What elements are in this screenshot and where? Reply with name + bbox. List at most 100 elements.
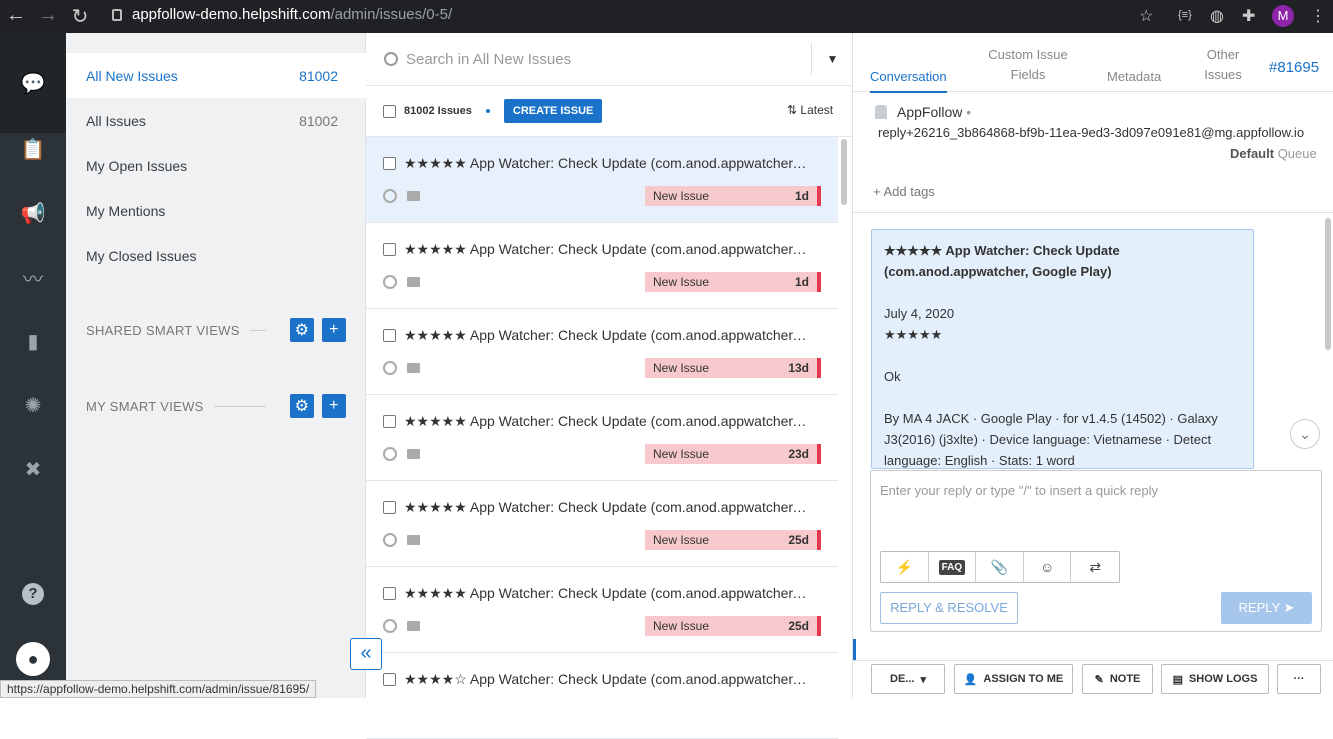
row-checkbox[interactable] [383,501,396,514]
issue-row[interactable]: ★★★★★ App Watcher: Check Update (com.ano… [366,137,838,223]
tab-metadata[interactable]: Metadata [1107,67,1161,87]
send-icon: ➤ [1283,600,1295,615]
search-filter-dropdown-icon[interactable]: ▼ [811,43,853,75]
issue-search-bar[interactable]: Search in All New Issues ▼ [366,33,853,86]
tab-other-issues[interactable]: Other Issues [1201,45,1245,85]
reload-icon[interactable]: ↻ [64,4,96,29]
status-text: New Issue [653,619,710,633]
requester-name[interactable]: AppFollow • [897,104,971,120]
show-logs-button[interactable]: ▤ SHOW LOGS [1161,664,1269,694]
reply-button[interactable]: REPLY ➤ [1221,592,1312,624]
faq-book-icon[interactable]: 📋 [0,131,66,167]
conversation-scrollbar[interactable] [1325,218,1331,350]
issue-age: 25d [788,619,809,633]
quick-reply-bolt-icon[interactable]: ⚡ [881,552,929,582]
shared-smart-views-section: SHARED SMART VIEWS ⚙ + [86,318,346,342]
url-path: /admin/issues/0-5/ [330,6,453,23]
row-checkbox[interactable] [383,587,396,600]
activity-pulse-icon[interactable]: 〰 [0,259,66,295]
status-badge: New Issue 1d [645,272,821,292]
select-all-checkbox[interactable] [383,104,396,118]
status-badge: New Issue 1d [645,186,821,206]
tab-custom-issue-fields[interactable]: Custom Issue Fields [985,45,1071,85]
issue-title: ★★★★★ App Watcher: Check Update (com.ano… [404,241,810,257]
issue-row[interactable]: ★★★★★ App Watcher: Check Update (com.ano… [366,223,838,309]
browser-menu-icon[interactable]: ⋮ [1310,6,1326,26]
row-checkbox[interactable] [383,157,396,170]
emoji-icon[interactable]: ☺ [1024,552,1072,582]
reply-input[interactable]: Enter your reply or type "/" to insert a… [880,483,1158,498]
pencil-icon: ✎ [1094,673,1104,686]
email-icon [407,277,420,287]
faq-button[interactable]: FAQ [929,552,977,582]
tab-label-line: Custom Issue [988,47,1068,62]
view-all-new-issues[interactable]: All New Issues 81002 [66,53,366,98]
puzzle-extensions-icon[interactable]: ✚ [1242,6,1255,26]
queue-info[interactable]: Default Queue [1230,146,1317,161]
shared-views-add-button[interactable]: + [322,318,346,342]
browser-toolbar: ← → ↻ appfollow-demo.helpshift.com/admin… [0,0,1333,33]
view-label: My Open Issues [86,157,188,174]
back-icon[interactable]: ← [0,4,32,27]
shared-views-settings-button[interactable]: ⚙ [290,318,314,342]
reply-composer: Enter your reply or type "/" to insert a… [870,470,1322,632]
requester-info: AppFollow • reply+26216_3b864868-bf9b-11… [853,93,1333,213]
address-bar[interactable]: appfollow-demo.helpshift.com/admin/issue… [112,6,452,23]
row-checkbox[interactable] [383,329,396,342]
view-my-open-issues[interactable]: My Open Issues [66,143,366,188]
create-issue-button[interactable]: CREATE ISSUE [503,99,603,123]
status-text: New Issue [653,189,710,203]
issue-row[interactable]: ★★★★☆ App Watcher: Check Update (com.ano… [366,653,838,739]
globe-icon [383,361,397,375]
status-dropdown[interactable]: DE... ▾ [871,664,945,694]
view-all-issues[interactable]: All Issues 81002 [66,98,366,143]
email-icon [407,621,420,631]
collapse-sidebar-button[interactable]: « [350,638,382,670]
issue-row[interactable]: ★★★★★ App Watcher: Check Update (com.ano… [366,567,838,653]
settings-tools-icon[interactable]: ✖ [0,451,66,487]
message-bubble: ★★★★★ App Watcher: Check Update (com.ano… [871,229,1254,469]
row-checkbox[interactable] [383,243,396,256]
issue-views-sidebar: All New Issues 81002 All Issues 81002 My… [66,33,366,698]
attachment-icon[interactable]: 📎 [976,552,1024,582]
view-label: All New Issues [86,67,178,84]
scroll-down-chevron-icon[interactable]: ⌄ [1290,419,1320,449]
sort-latest-button[interactable]: ⇅ Latest [787,103,833,117]
note-button[interactable]: ✎ NOTE [1082,664,1153,694]
campaigns-megaphone-icon[interactable]: 📢 [0,195,66,231]
my-views-settings-button[interactable]: ⚙ [290,394,314,418]
view-my-mentions[interactable]: My Mentions [66,188,366,233]
forward-icon[interactable]: → [32,4,64,27]
row-checkbox[interactable] [383,415,396,428]
reply-and-resolve-button[interactable]: REPLY & RESOLVE [880,592,1018,624]
automation-bot-icon[interactable]: ✺ [0,387,66,423]
translate-swap-icon[interactable]: ⇄ [1071,552,1119,582]
add-tags-button[interactable]: + Add tags [873,184,935,199]
analytics-bars-icon[interactable]: ▮ [0,323,66,359]
search-input[interactable]: Search in All New Issues [406,51,571,68]
issues-chat-icon[interactable]: 💬 [0,33,66,133]
divider [213,405,266,407]
row-checkbox[interactable] [383,673,396,686]
tab-label-line: Issues [1204,67,1242,82]
user-menu-button[interactable]: ● [0,641,66,677]
issue-action-bar: DE... ▾ 👤 ASSIGN TO ME ✎ NOTE ▤ SHOW LOGS ··… [853,660,1333,698]
help-button[interactable]: ? [0,576,66,612]
more-actions-button[interactable]: ··· [1277,664,1321,694]
assign-label: ASSIGN TO ME [983,673,1064,685]
bookmark-star-icon[interactable]: ☆ [1139,6,1153,26]
extension-braces-icon[interactable]: {≡} [1178,9,1192,21]
globe-extension-icon[interactable]: ◍ [1210,6,1224,26]
issue-row[interactable]: ★★★★★ App Watcher: Check Update (com.ano… [366,395,838,481]
issue-id-link[interactable]: #81695 [1269,58,1319,78]
view-count: 81002 [299,112,338,129]
issue-row[interactable]: ★★★★★ App Watcher: Check Update (com.ano… [366,481,838,567]
profile-avatar[interactable]: M [1272,5,1294,27]
issue-list-scrollbar[interactable] [841,139,847,205]
issue-row[interactable]: ★★★★★ App Watcher: Check Update (com.ano… [366,309,838,395]
faq-label: FAQ [938,559,966,575]
tab-conversation[interactable]: Conversation [870,67,947,93]
view-my-closed-issues[interactable]: My Closed Issues [66,233,366,278]
my-views-add-button[interactable]: + [322,394,346,418]
assign-to-me-button[interactable]: 👤 ASSIGN TO ME [954,664,1073,694]
